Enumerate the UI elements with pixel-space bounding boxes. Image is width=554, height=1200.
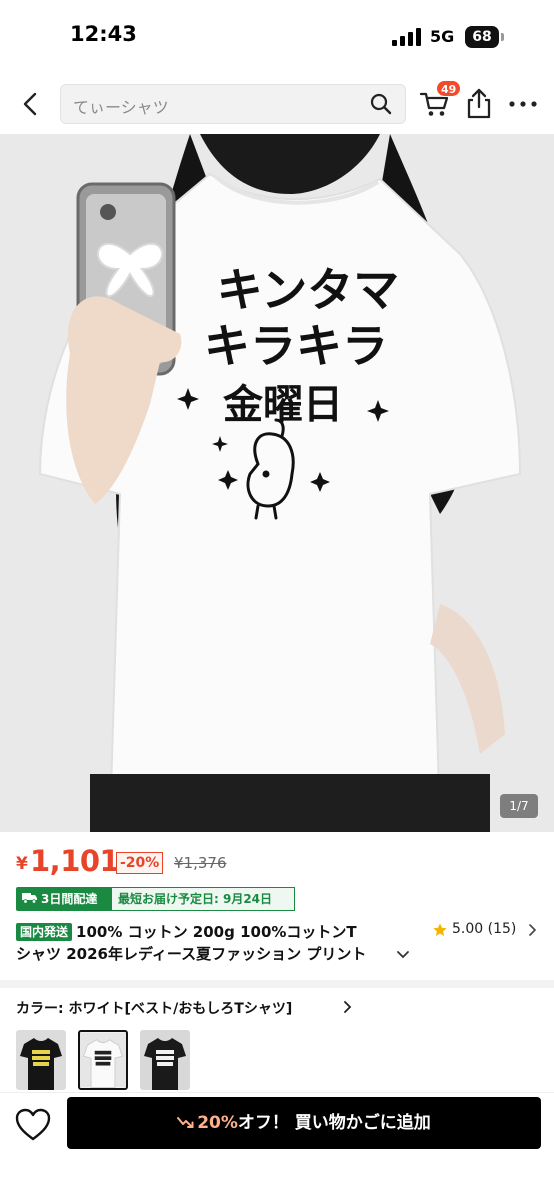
chevron-right-icon — [344, 1001, 352, 1013]
more-options-icon[interactable] — [506, 90, 540, 118]
chevron-right-icon — [529, 924, 537, 936]
shipping-badge-text: 3日間配達 — [41, 892, 98, 906]
discount-badge: -20% — [116, 852, 164, 874]
rating-value: 5.00 (15) — [452, 921, 517, 937]
color-option-white[interactable] — [78, 1030, 128, 1090]
signal-icon — [392, 28, 421, 46]
product-title[interactable]: 国内発送 100% コットン 200g 100%コットンT シャツ 2026年レデ… — [16, 921, 416, 967]
add-to-cart-label: オフ！ 買い物かごに追加 — [237, 1113, 431, 1133]
section-divider — [0, 980, 554, 988]
add-to-cart-button[interactable]: 20%オフ！ 買い物かごに追加 — [67, 1097, 541, 1149]
color-selector[interactable]: カラー: ホワイト[ベスト/おもしろTシャツ] — [16, 998, 536, 1020]
search-placeholder: てぃーシャツ — [73, 98, 169, 117]
image-counter: 1/7 — [500, 794, 538, 818]
shirt-print-line-3: 金曜日 — [222, 382, 343, 428]
back-arrow-icon[interactable] — [12, 86, 48, 122]
search-icon[interactable] — [369, 92, 393, 116]
status-bar: 12:43 5G 68 — [0, 0, 554, 70]
battery-icon: 68 — [465, 26, 505, 48]
delivery-estimate: 最短お届け予定日: 9月24日 — [112, 887, 295, 911]
domestic-shipping-badge: 国内発送 — [16, 923, 73, 941]
shirt-print-line-2: キラキラ — [204, 319, 388, 373]
product-title-line-2: シャツ 2026年レディース夏ファッション プリント — [16, 945, 367, 963]
shirt-print-line-1: キンタマ — [217, 263, 400, 317]
top-nav: てぃーシャツ 49 — [0, 72, 554, 134]
product-photo: キンタマ キラキラ 金曜日 — [0, 134, 554, 832]
star-icon — [433, 923, 447, 936]
price-currency: ¥ — [16, 854, 28, 874]
expand-title-chevron-icon[interactable] — [396, 948, 410, 962]
discount-arrow-icon — [177, 1117, 194, 1128]
add-to-cart-discount: 20% — [197, 1113, 238, 1133]
search-input[interactable]: てぃーシャツ — [60, 84, 406, 124]
heart-icon[interactable] — [14, 1107, 52, 1143]
bottom-action-bar: 20%オフ！ 買い物かごに追加 — [0, 1092, 554, 1200]
network-type: 5G — [430, 27, 455, 46]
original-price: ¥1,376 — [174, 854, 227, 872]
color-option-black-2[interactable] — [140, 1030, 190, 1090]
color-label: カラー: ホワイト[ベスト/おもしろTシャツ] — [16, 1001, 293, 1017]
rating-summary[interactable]: 5.00 (15) — [432, 920, 542, 940]
battery-level: 68 — [465, 26, 499, 48]
shipping-badge: 3日間配達 — [16, 887, 112, 911]
share-icon[interactable] — [464, 86, 494, 120]
product-image-carousel[interactable]: キンタマ キラキラ 金曜日 1/7 — [0, 134, 554, 832]
color-option-black[interactable] — [16, 1030, 66, 1090]
price-amount: 1,101 — [30, 844, 120, 878]
truck-icon — [22, 893, 37, 904]
status-time: 12:43 — [70, 22, 137, 46]
product-title-line-1: 100% コットン 200g 100%コットンT — [76, 923, 357, 941]
cart-count-badge: 49 — [436, 80, 462, 97]
